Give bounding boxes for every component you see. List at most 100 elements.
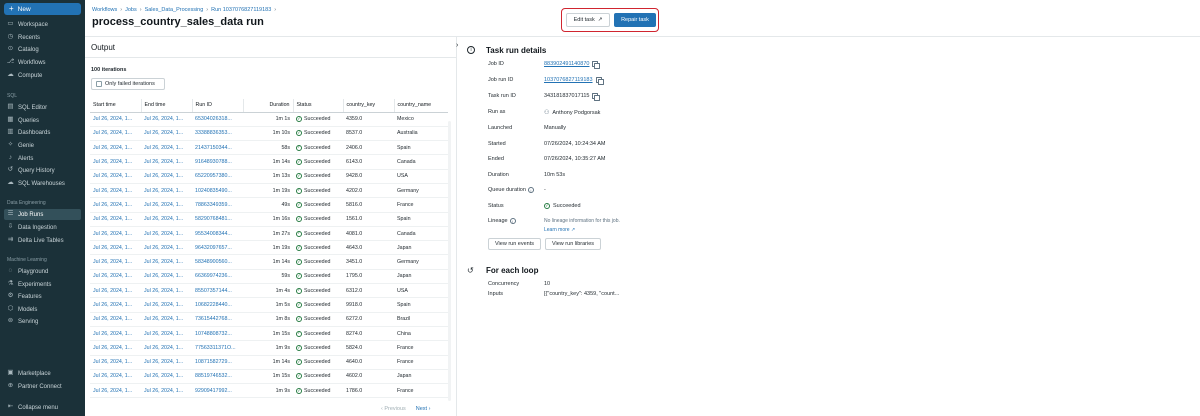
table-row[interactable]: Jul 26, 2024, 1... Jul 26, 2024, 1... 2143… bbox=[90, 140, 448, 156]
cell-start-time[interactable]: Jul 26, 2024, 1... bbox=[90, 369, 141, 385]
sidebar-item-queries[interactable]: ▦ Queries bbox=[4, 115, 81, 126]
chevron-right-icon[interactable]: › bbox=[456, 42, 458, 49]
sidebar-item-delta-live-tables[interactable]: ⇉ Delta Live Tables bbox=[4, 235, 81, 246]
cell-run-id[interactable]: 73615442768... bbox=[192, 312, 243, 327]
cell-end-time[interactable]: Jul 26, 2024, 1... bbox=[141, 269, 192, 285]
copy-icon[interactable] bbox=[595, 77, 604, 85]
table-row[interactable]: Jul 26, 2024, 1... Jul 26, 2024, 1... 6530… bbox=[90, 112, 448, 127]
cell-start-time[interactable]: Jul 26, 2024, 1... bbox=[90, 169, 141, 184]
sidebar-item-experiments[interactable]: ⚗ Experiments bbox=[4, 279, 81, 290]
table-row[interactable]: Jul 26, 2024, 1... Jul 26, 2024, 1... 9643… bbox=[90, 240, 448, 256]
checkbox[interactable] bbox=[96, 81, 102, 87]
table-row[interactable]: Jul 26, 2024, 1... Jul 26, 2024, 1... 1074… bbox=[90, 326, 448, 342]
cell-run-id[interactable]: 33388836353... bbox=[192, 126, 243, 142]
cell-run-id[interactable]: 10748808732... bbox=[192, 326, 243, 342]
table-scrollbar[interactable] bbox=[448, 121, 451, 401]
new-button[interactable]: + New bbox=[4, 3, 81, 15]
cell-start-time[interactable]: Jul 26, 2024, 1... bbox=[90, 154, 141, 170]
table-row[interactable]: Jul 26, 2024, 1... Jul 26, 2024, 1... 3338… bbox=[90, 126, 448, 142]
sidebar-item-sql-editor[interactable]: ▤ SQL Editor bbox=[4, 102, 81, 113]
cell-run-id[interactable]: 58290768481... bbox=[192, 212, 243, 227]
cell-end-time[interactable]: Jul 26, 2024, 1... bbox=[141, 326, 192, 342]
cell-run-id[interactable]: 85507357144... bbox=[192, 283, 243, 299]
edit-task-button[interactable]: Edit task ↗ bbox=[566, 13, 610, 27]
cell-start-time[interactable]: Jul 26, 2024, 1... bbox=[90, 226, 141, 242]
cell-end-time[interactable]: Jul 26, 2024, 1... bbox=[141, 312, 192, 327]
table-row[interactable]: Jul 26, 2024, 1... Jul 26, 2024, 1... 7886… bbox=[90, 197, 448, 213]
sidebar-item-genie[interactable]: ✧ Genie bbox=[4, 140, 81, 151]
sidebar-item-recents[interactable]: ◷ Recents bbox=[4, 32, 81, 43]
table-row[interactable]: Jul 26, 2024, 1... Jul 26, 2024, 1... 1068… bbox=[90, 297, 448, 313]
cell-end-time[interactable]: Jul 26, 2024, 1... bbox=[141, 197, 192, 213]
cell-start-time[interactable]: Jul 26, 2024, 1... bbox=[90, 297, 141, 313]
info-icon[interactable]: i bbox=[509, 218, 516, 224]
repair-task-button[interactable]: Repair task bbox=[614, 13, 656, 27]
table-row[interactable]: Jul 26, 2024, 1... Jul 26, 2024, 1... 7756… bbox=[90, 340, 448, 356]
sidebar-item-workspace[interactable]: ▭ Workspace bbox=[4, 19, 81, 30]
cell-end-time[interactable]: Jul 26, 2024, 1... bbox=[141, 369, 192, 385]
cell-run-id[interactable]: 58348900560... bbox=[192, 254, 243, 270]
table-row[interactable]: Jul 26, 2024, 1... Jul 26, 2024, 1... 7361… bbox=[90, 312, 448, 327]
view-run-events-button[interactable]: View run events bbox=[488, 238, 541, 250]
sidebar-item-catalog[interactable]: ⊙ Catalog bbox=[4, 44, 81, 55]
sidebar-item-models[interactable]: ⬡ Models bbox=[4, 304, 81, 315]
sidebar-item-features[interactable]: ⚙ Features bbox=[4, 291, 81, 302]
cell-end-time[interactable]: Jul 26, 2024, 1... bbox=[141, 126, 192, 142]
cell-run-id[interactable]: 96432097657... bbox=[192, 240, 243, 256]
job-run-id-link[interactable]: 1037076827119183 bbox=[544, 77, 593, 83]
cell-start-time[interactable]: Jul 26, 2024, 1... bbox=[90, 269, 141, 285]
table-row[interactable]: Jul 26, 2024, 1... Jul 26, 2024, 1... 9553… bbox=[90, 226, 448, 242]
view-run-libraries-button[interactable]: View run libraries bbox=[545, 238, 601, 250]
table-row[interactable]: Jul 26, 2024, 1... Jul 26, 2024, 1... 6522… bbox=[90, 169, 448, 184]
column-end-time[interactable]: End time bbox=[140, 99, 192, 113]
table-row[interactable]: Jul 26, 2024, 1... Jul 26, 2024, 1... 8851… bbox=[90, 369, 448, 385]
cell-run-id[interactable]: 10682228440... bbox=[192, 297, 243, 313]
sidebar-item-sql-warehouses[interactable]: ☁ SQL Warehouses bbox=[4, 178, 81, 189]
cell-end-time[interactable]: Jul 26, 2024, 1... bbox=[141, 283, 192, 299]
cell-run-id[interactable]: 65220957380... bbox=[192, 169, 243, 184]
sidebar-item-playground[interactable]: ◌ Playground bbox=[4, 266, 81, 277]
table-row[interactable]: Jul 26, 2024, 1... Jul 26, 2024, 1... 8550… bbox=[90, 283, 448, 299]
cell-start-time[interactable]: Jul 26, 2024, 1... bbox=[90, 383, 141, 399]
table-row[interactable]: Jul 26, 2024, 1... Jul 26, 2024, 1... 9290… bbox=[90, 383, 448, 399]
cell-start-time[interactable]: Jul 26, 2024, 1... bbox=[90, 283, 141, 299]
cell-start-time[interactable]: Jul 26, 2024, 1... bbox=[90, 112, 141, 127]
cell-start-time[interactable]: Jul 26, 2024, 1... bbox=[90, 340, 141, 356]
sidebar-item-job-runs[interactable]: ☰ Job Runs bbox=[4, 209, 81, 220]
cell-start-time[interactable]: Jul 26, 2024, 1... bbox=[90, 326, 141, 342]
cell-end-time[interactable]: Jul 26, 2024, 1... bbox=[141, 140, 192, 156]
cell-start-time[interactable]: Jul 26, 2024, 1... bbox=[90, 212, 141, 227]
cell-end-time[interactable]: Jul 26, 2024, 1... bbox=[141, 212, 192, 227]
cell-run-id[interactable]: 65304026318... bbox=[192, 112, 243, 127]
breadcrumb-job[interactable]: Sales_Data_Processing bbox=[145, 7, 204, 13]
cell-run-id[interactable]: 21437150344... bbox=[192, 140, 243, 156]
sidebar-item-serving[interactable]: ⊚ Serving bbox=[4, 316, 81, 327]
previous-page-button[interactable]: ‹ Previous bbox=[381, 406, 406, 412]
cell-start-time[interactable]: Jul 26, 2024, 1... bbox=[90, 126, 141, 142]
cell-end-time[interactable]: Jul 26, 2024, 1... bbox=[141, 154, 192, 170]
collapse-menu-button[interactable]: ⇤ Collapse menu bbox=[4, 402, 81, 413]
breadcrumb-jobs[interactable]: Jobs bbox=[125, 7, 137, 13]
table-row[interactable]: Jul 26, 2024, 1... Jul 26, 2024, 1... 5834… bbox=[90, 254, 448, 270]
cell-end-time[interactable]: Jul 26, 2024, 1... bbox=[141, 183, 192, 199]
cell-start-time[interactable]: Jul 26, 2024, 1... bbox=[90, 183, 141, 199]
column-country-name[interactable]: country_name bbox=[393, 99, 448, 113]
learn-more-link[interactable]: Learn more ↗ bbox=[544, 226, 620, 235]
sidebar-item-data-ingestion[interactable]: ⇩ Data Ingestion bbox=[4, 222, 81, 233]
job-id-link[interactable]: 883902491140870 bbox=[544, 61, 589, 67]
cell-run-id[interactable]: 77563311371O... bbox=[192, 340, 243, 356]
table-row[interactable]: Jul 26, 2024, 1... Jul 26, 2024, 1... 6636… bbox=[90, 269, 448, 285]
column-start-time[interactable]: Start time bbox=[90, 99, 141, 113]
cell-start-time[interactable]: Jul 26, 2024, 1... bbox=[90, 254, 141, 270]
sidebar-item-alerts[interactable]: ♪ Alerts bbox=[4, 153, 81, 164]
cell-end-time[interactable]: Jul 26, 2024, 1... bbox=[141, 355, 192, 370]
cell-end-time[interactable]: Jul 26, 2024, 1... bbox=[141, 340, 192, 356]
only-failed-toggle[interactable]: Only failed iterations bbox=[91, 78, 165, 90]
cell-start-time[interactable]: Jul 26, 2024, 1... bbox=[90, 140, 141, 156]
cell-end-time[interactable]: Jul 26, 2024, 1... bbox=[141, 297, 192, 313]
cell-run-id[interactable]: 95534008344... bbox=[192, 226, 243, 242]
copy-icon[interactable] bbox=[592, 93, 601, 101]
table-row[interactable]: Jul 26, 2024, 1... Jul 26, 2024, 1... 9164… bbox=[90, 154, 448, 170]
table-row[interactable]: Jul 26, 2024, 1... Jul 26, 2024, 1... 1087… bbox=[90, 355, 448, 370]
sidebar-item-query-history[interactable]: ↺ Query History bbox=[4, 165, 81, 176]
